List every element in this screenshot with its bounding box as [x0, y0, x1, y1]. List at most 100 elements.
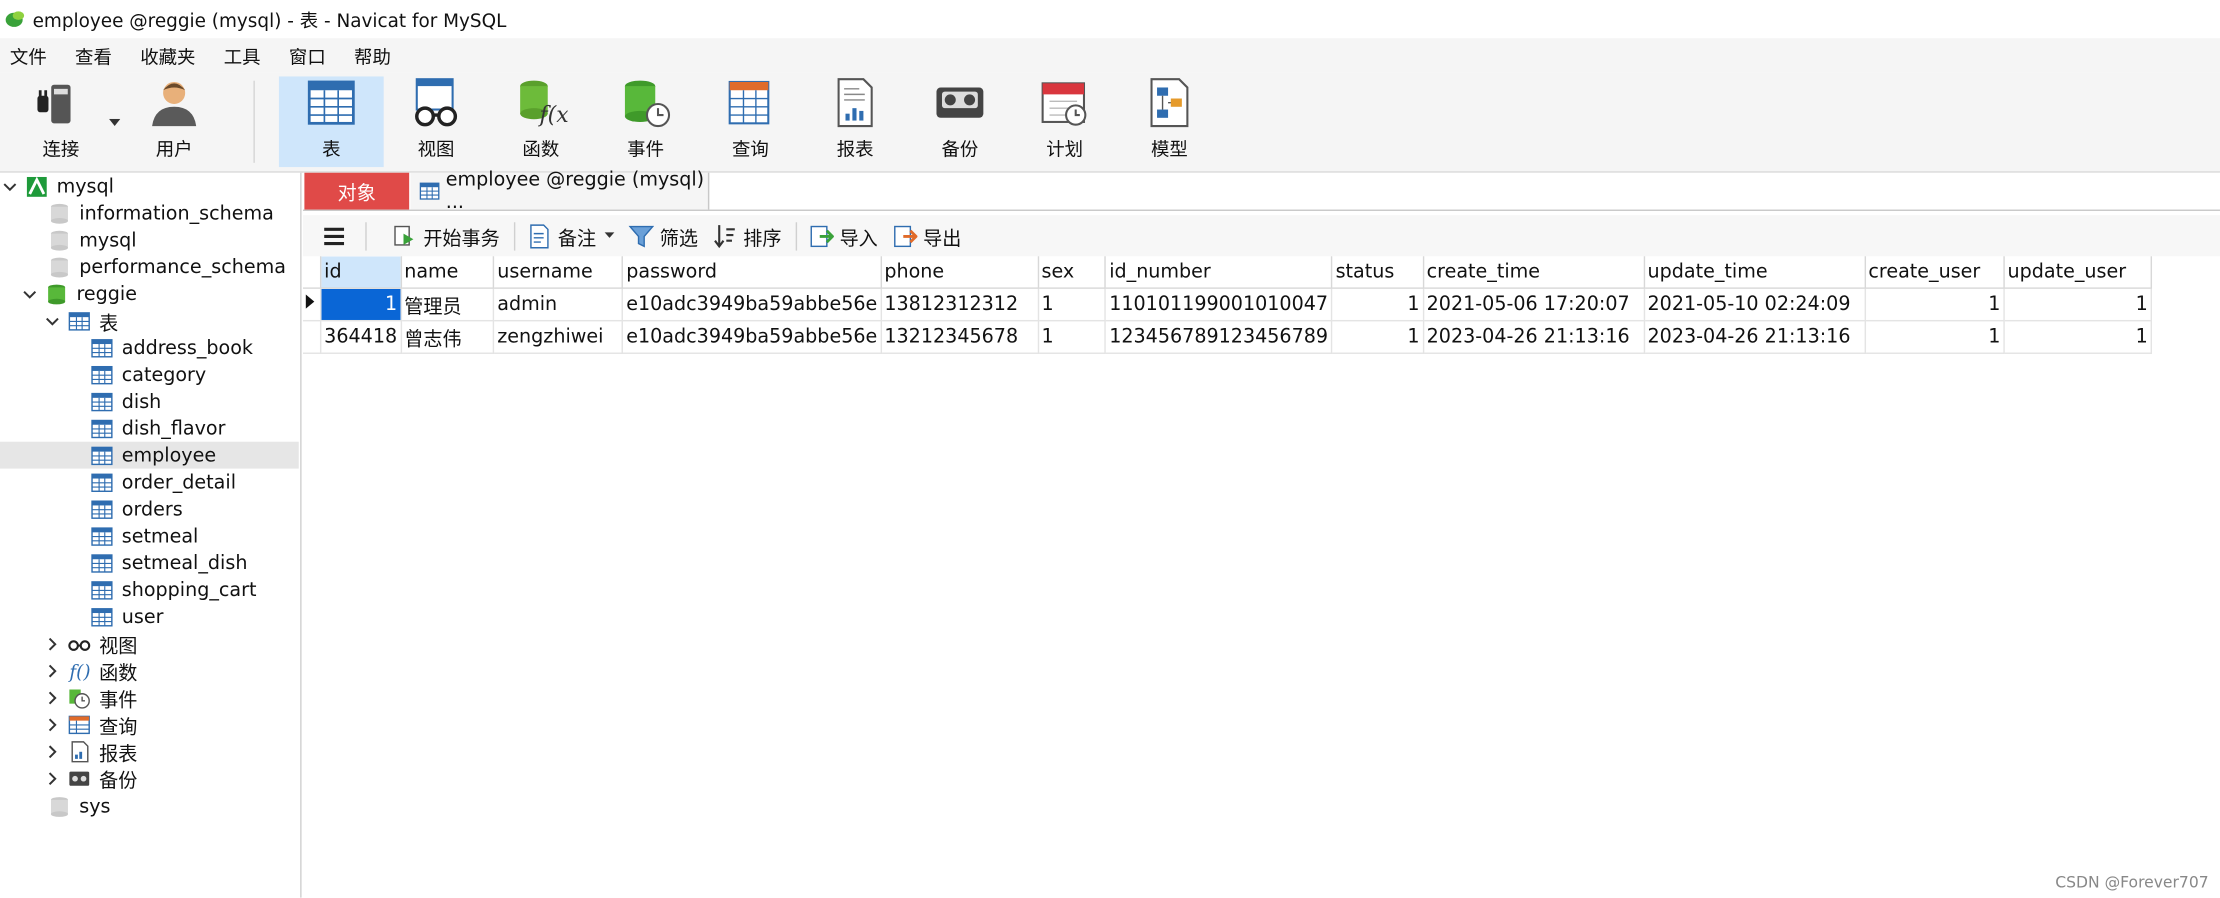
query-button[interactable]: 查询	[698, 76, 803, 167]
cell-create-time[interactable]: 2021-05-06 17:20:07	[1423, 288, 1645, 322]
cell-id-number[interactable]: 110101199001010047	[1105, 288, 1333, 322]
chevron-right-icon[interactable]	[45, 744, 59, 758]
tab-objects[interactable]: 对象	[304, 172, 410, 210]
tree-db-mysql[interactable]: mysql	[48, 227, 137, 254]
cell-status[interactable]: 1	[1332, 320, 1424, 354]
column-header-sex[interactable]: sex	[1037, 256, 1107, 289]
hamburger-menu-icon[interactable]	[323, 224, 346, 247]
table-button[interactable]: 表	[278, 76, 384, 168]
cell-create-user[interactable]: 1	[1864, 288, 2005, 322]
chevron-down-icon[interactable]	[45, 314, 59, 328]
model-button[interactable]: 模型	[1117, 76, 1222, 167]
cell-update-user[interactable]: 1	[2003, 320, 2153, 354]
tree-reports-node[interactable]: 报表	[45, 738, 137, 765]
chevron-down-icon[interactable]	[3, 179, 17, 193]
column-header-update-time[interactable]: update_time	[1643, 256, 1866, 289]
import-button[interactable]: 导入	[808, 222, 878, 250]
tree-functions-node[interactable]: f() 函数	[45, 657, 137, 685]
cell-password[interactable]: e10adc3949ba59abbe56e	[622, 288, 882, 322]
menu-favorites[interactable]: 收藏夹	[130, 42, 214, 68]
tree-connection-mysql[interactable]: mysql	[3, 173, 114, 200]
cell-id[interactable]: 364418	[320, 320, 402, 354]
function-button[interactable]: f(x) 函数	[488, 76, 593, 167]
cell-update-time[interactable]: 2023-04-26 21:13:16	[1643, 320, 1866, 354]
cell-update-time[interactable]: 2021-05-10 02:24:09	[1643, 288, 1866, 322]
cell-id-number[interactable]: 123456789123456789	[1105, 320, 1333, 354]
connect-button[interactable]: 连接	[8, 76, 113, 167]
column-header-id[interactable]: id	[320, 256, 402, 289]
tree-table-address-book[interactable]: address_book	[91, 334, 253, 361]
tree-table-orders[interactable]: orders	[91, 496, 183, 523]
chevron-right-icon[interactable]	[45, 636, 59, 650]
tree-tables-node[interactable]: 表	[45, 307, 118, 335]
chevron-down-icon[interactable]	[23, 287, 37, 301]
chevron-right-icon[interactable]	[45, 771, 59, 785]
column-header-phone[interactable]: phone	[880, 256, 1039, 289]
report-button[interactable]: 报表	[803, 76, 908, 167]
user-button[interactable]: 用户	[122, 76, 227, 167]
export-button[interactable]: 导出	[892, 222, 961, 250]
chevron-right-icon[interactable]	[45, 717, 59, 731]
cell-status[interactable]: 1	[1332, 288, 1424, 322]
tree-table-setmeal-dish[interactable]: setmeal_dish	[91, 549, 247, 576]
tree-backups-node[interactable]: 备份	[45, 765, 137, 792]
cell-username[interactable]: admin	[493, 288, 624, 322]
tree-table-shopping-cart[interactable]: shopping_cart	[91, 576, 256, 603]
tree-db-performance-schema[interactable]: performance_schema	[48, 253, 286, 280]
column-header-username[interactable]: username	[493, 256, 624, 289]
column-header-password[interactable]: password	[622, 256, 882, 289]
sort-button[interactable]: 排序	[712, 222, 782, 250]
column-header-name[interactable]: name	[400, 256, 495, 289]
cell-password[interactable]: e10adc3949ba59abbe56e	[622, 320, 882, 354]
tree-db-information-schema[interactable]: information_schema	[48, 200, 274, 227]
cell-sex[interactable]: 1	[1037, 288, 1107, 322]
menu-window[interactable]: 窗口	[279, 42, 344, 68]
menu-tools[interactable]: 工具	[214, 42, 279, 68]
chevron-down-icon[interactable]	[109, 118, 121, 127]
tree-table-employee[interactable]: employee	[0, 441, 299, 469]
menu-view[interactable]: 查看	[65, 42, 130, 68]
cell-update-user[interactable]: 1	[2003, 288, 2153, 322]
tree-table-setmeal[interactable]: setmeal	[91, 522, 198, 549]
cell-sex[interactable]: 1	[1037, 320, 1107, 354]
chevron-down-icon[interactable]	[604, 232, 615, 239]
tab-label: 对象	[337, 182, 376, 206]
tree-table-order-detail[interactable]: order_detail	[91, 469, 236, 496]
tree-table-dish-flavor[interactable]: dish_flavor	[91, 415, 226, 442]
cell-phone[interactable]: 13212345678	[880, 320, 1039, 354]
cell-name[interactable]: 管理员	[400, 288, 495, 322]
event-button[interactable]: 事件	[593, 76, 698, 167]
tree-db-sys[interactable]: sys	[48, 793, 111, 820]
menu-file[interactable]: 文件	[0, 42, 65, 68]
tree-table-category[interactable]: category	[91, 361, 206, 388]
menu-help[interactable]: 帮助	[344, 42, 409, 68]
cell-name[interactable]: 曾志伟	[400, 320, 495, 354]
cell-id[interactable]: 1	[320, 288, 402, 322]
filter-button[interactable]: 筛选	[628, 222, 698, 250]
column-header-status[interactable]: status	[1332, 256, 1424, 289]
tree-db-reggie[interactable]: reggie	[23, 280, 137, 307]
cell-phone[interactable]: 13812312312	[880, 288, 1039, 322]
table-row[interactable]: 364418 曾志伟 zengzhiwei e10adc3949ba59abbe…	[302, 320, 2153, 354]
backup-button[interactable]: 备份	[908, 76, 1013, 167]
schedule-button[interactable]: 计划	[1012, 76, 1117, 167]
column-header-create-user[interactable]: create_user	[1864, 256, 2005, 289]
column-header-id-number[interactable]: id_number	[1105, 256, 1333, 289]
tab-employee[interactable]: employee @reggie (mysql) ...	[410, 168, 710, 214]
cell-create-time[interactable]: 2023-04-26 21:13:16	[1423, 320, 1645, 354]
chevron-right-icon[interactable]	[45, 663, 59, 677]
column-header-update-user[interactable]: update_user	[2003, 256, 2153, 289]
tree-table-dish[interactable]: dish	[91, 388, 161, 415]
begin-transaction-button[interactable]: 开始事务	[392, 222, 500, 250]
tree-views-node[interactable]: 视图	[45, 630, 137, 658]
note-button[interactable]: 备注	[527, 222, 615, 250]
tree-events-node[interactable]: 事件	[45, 684, 137, 711]
chevron-right-icon[interactable]	[45, 690, 59, 704]
table-row[interactable]: 1 管理员 admin e10adc3949ba59abbe56e 138123…	[302, 288, 2153, 322]
view-button[interactable]: 视图	[384, 76, 489, 167]
tree-table-user[interactable]: user	[91, 603, 163, 630]
cell-username[interactable]: zengzhiwei	[493, 320, 624, 354]
column-header-create-time[interactable]: create_time	[1423, 256, 1645, 289]
cell-create-user[interactable]: 1	[1864, 320, 2005, 354]
tree-queries-node[interactable]: 查询	[45, 711, 137, 738]
